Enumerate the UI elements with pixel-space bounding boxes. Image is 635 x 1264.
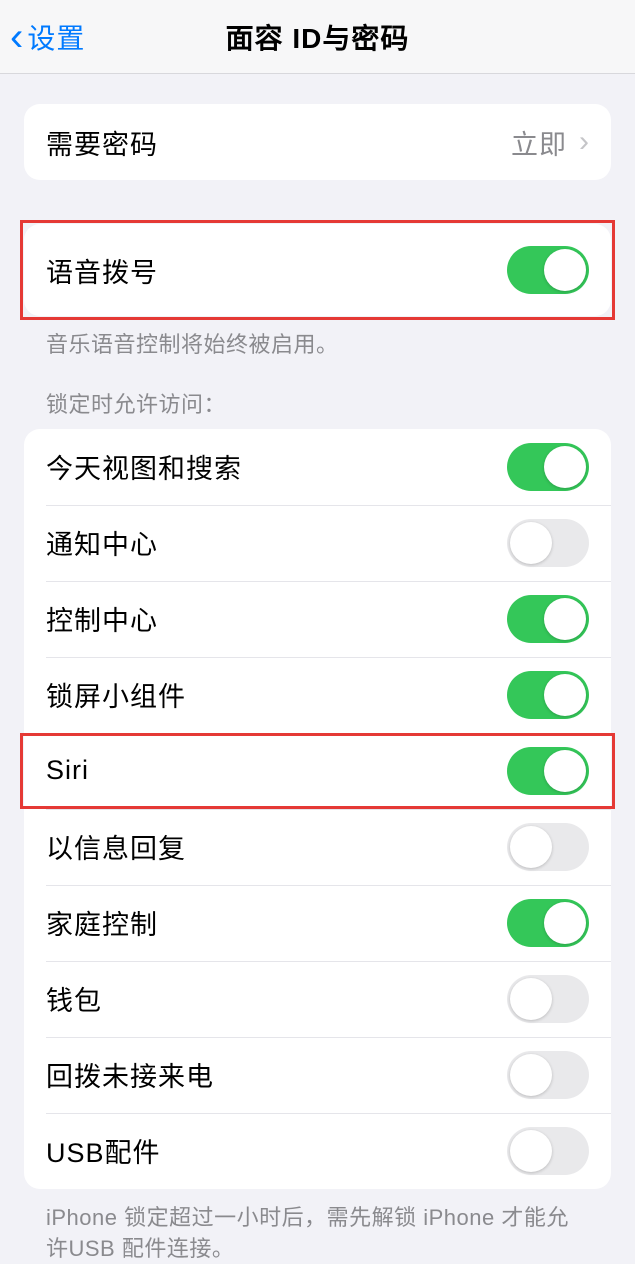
chevron-right-icon: › — [579, 125, 589, 159]
toggle-knob — [510, 1130, 552, 1172]
voice-dial-toggle[interactable] — [507, 246, 589, 294]
allow-access-header: 锁定时允许访问： — [24, 361, 611, 429]
require-passcode-value: 立即 — [511, 123, 567, 162]
chevron-left-icon: ‹ — [10, 17, 23, 57]
toggle-knob — [544, 674, 586, 716]
toggle-knob — [544, 249, 586, 291]
toggle-knob — [510, 826, 552, 868]
allow-access-toggle[interactable] — [507, 823, 589, 871]
allow-access-toggle[interactable] — [507, 519, 589, 567]
require-passcode-label: 需要密码 — [46, 123, 158, 162]
allow-access-label: 家庭控制 — [46, 903, 158, 942]
require-passcode-row[interactable]: 需要密码 立即 › — [24, 104, 611, 180]
allow-access-row: 家庭控制 — [24, 885, 611, 961]
voice-dial-group: 语音拨号 — [24, 224, 611, 316]
navigation-bar: ‹ 设置 面容 ID与密码 — [0, 0, 635, 74]
allow-access-toggle[interactable] — [507, 747, 589, 795]
back-label: 设置 — [27, 17, 85, 57]
allow-access-toggle[interactable] — [507, 899, 589, 947]
toggle-knob — [510, 978, 552, 1020]
allow-access-row: USB配件 — [24, 1113, 611, 1189]
back-button[interactable]: ‹ 设置 — [0, 17, 85, 57]
toggle-knob — [544, 446, 586, 488]
voice-dial-row: 语音拨号 — [24, 224, 611, 316]
allow-access-label: 今天视图和搜索 — [46, 447, 242, 486]
page-title: 面容 ID与密码 — [0, 17, 635, 57]
toggle-knob — [510, 1054, 552, 1096]
allow-access-row: 钱包 — [24, 961, 611, 1037]
allow-access-toggle[interactable] — [507, 975, 589, 1023]
allow-access-toggle[interactable] — [507, 1051, 589, 1099]
allow-access-toggle[interactable] — [507, 671, 589, 719]
toggle-knob — [510, 522, 552, 564]
voice-dial-label: 语音拨号 — [46, 251, 158, 290]
allow-access-label: Siri — [46, 755, 89, 786]
allow-access-label: 锁屏小组件 — [46, 675, 186, 714]
require-passcode-group: 需要密码 立即 › — [24, 104, 611, 180]
allow-access-row: 通知中心 — [24, 505, 611, 581]
toggle-knob — [544, 750, 586, 792]
allow-access-label: 以信息回复 — [46, 827, 186, 866]
allow-access-label: 通知中心 — [46, 523, 158, 562]
toggle-knob — [544, 598, 586, 640]
allow-access-toggle[interactable] — [507, 1127, 589, 1175]
voice-dial-footer: 音乐语音控制将始终被启用。 — [24, 316, 611, 361]
allow-access-row: 回拨未接来电 — [24, 1037, 611, 1113]
allow-access-row: 以信息回复 — [24, 809, 611, 885]
allow-access-toggle[interactable] — [507, 443, 589, 491]
allow-access-label: 回拨未接来电 — [46, 1055, 214, 1094]
allow-access-row: 锁屏小组件 — [24, 657, 611, 733]
allow-access-group: 今天视图和搜索通知中心控制中心锁屏小组件 Siri 以信息回复家庭控制钱包回拨未接来… — [24, 429, 611, 1189]
allow-access-row: 今天视图和搜索 — [24, 429, 611, 505]
allow-access-row: 控制中心 — [24, 581, 611, 657]
allow-access-toggle[interactable] — [507, 595, 589, 643]
allow-access-label: USB配件 — [46, 1131, 161, 1170]
allow-access-label: 控制中心 — [46, 599, 158, 638]
allow-access-label: 钱包 — [46, 979, 102, 1018]
allow-access-row: Siri — [24, 733, 611, 809]
toggle-knob — [544, 902, 586, 944]
